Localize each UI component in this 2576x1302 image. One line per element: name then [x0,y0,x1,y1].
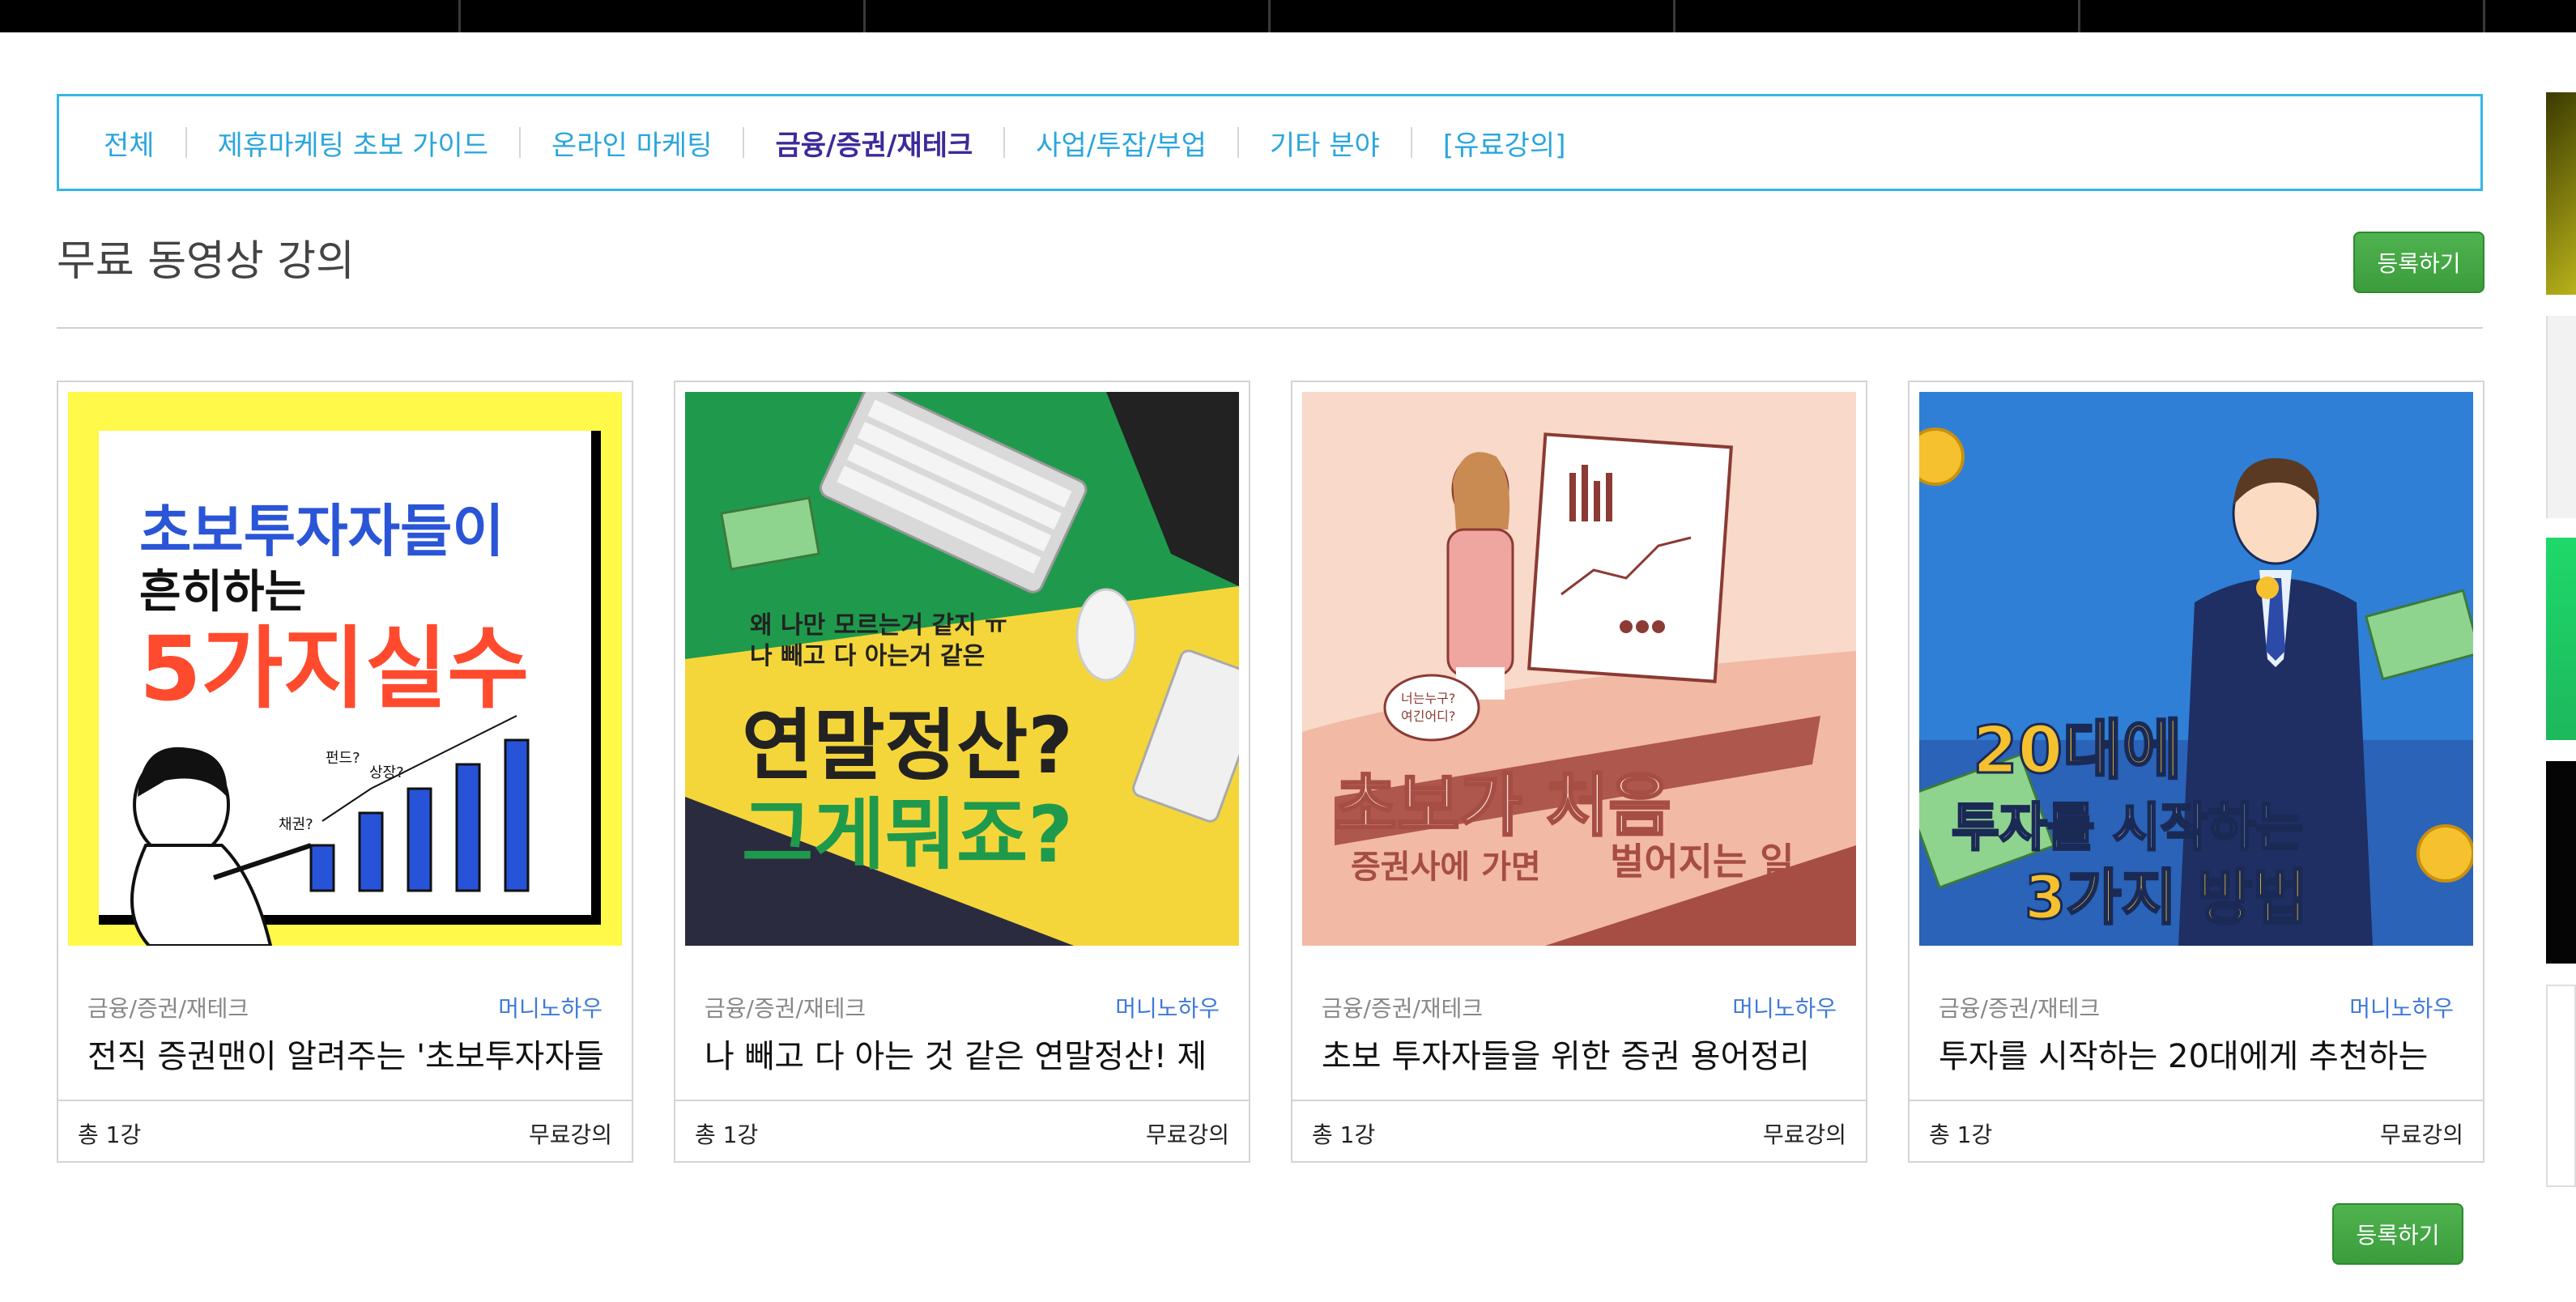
card-footer: 총 1강 무료강의 [1292,1100,1866,1161]
category-separator [185,127,187,158]
thumb-line2: 흔히하는 [139,566,306,619]
thumb-tag: 상장? [369,764,404,781]
category-separator [518,127,521,158]
card-author[interactable]: 머니노하우 [498,991,602,1023]
thumb-line4: 그게뭐죠? [742,789,1073,880]
thumb-line3: 연말정산? [742,700,1073,791]
lecture-count: 총 1강 [78,1121,142,1148]
course-thumbnail[interactable]: 20대에 투자를 시작하는 3가지 방법 [1919,392,2473,946]
thumb-line1: 왜 나만 모르는거 같지 ㅠ [750,611,1007,640]
sidebar-thumbnail[interactable] [2546,538,2576,740]
card-footer: 총 1강 무료강의 [58,1100,632,1161]
thumb-tag: 채권? [279,816,313,833]
section-divider [57,327,2483,329]
course-thumbnail[interactable]: 너는누구? 여긴어디? 초보가 처음 증권사에 가면 벌어지는 일 [1302,392,1856,946]
card-category: 금융/증권/재테크 [705,995,866,1022]
thumb-line1: 초보가 처음 [1335,766,1671,845]
thumb-line2: 증권사에 가면 [1351,849,1541,886]
topbar-divider [2078,0,2080,32]
thumb-line2: 나 빼고 다 아는거 같은 [750,642,985,670]
thumb-tag: 펀드? [326,750,360,767]
category-all[interactable]: 전체 [104,123,155,163]
thumb-line3: 3가지 방법 [2025,863,2308,933]
category-separator [1003,127,1006,158]
category-finance[interactable]: 금융/증권/재테크 [775,123,973,163]
card-title[interactable]: 초보 투자자들을 위한 증권 용어정리 [1322,1030,1840,1082]
card-category: 금융/증권/재테크 [87,995,249,1022]
thumb-bubble: 여긴어디? [1401,708,1455,724]
sidebar-thumbnail[interactable] [2546,316,2576,518]
topbar-divider [1268,0,1271,32]
topbar-divider [2483,0,2485,32]
card-author[interactable]: 머니노하우 [1732,991,1837,1023]
topbar-divider [1673,0,1675,32]
topbar-divider [458,0,461,32]
category-separator [1410,127,1412,158]
price-label: 무료강의 [1145,1121,1229,1148]
course-card[interactable]: 20대에 투자를 시작하는 3가지 방법 금융/증권/재테크 머니노하우 투자를… [1908,381,2484,1163]
lecture-count: 총 1강 [1929,1121,1993,1148]
course-card[interactable]: 왜 나만 모르는거 같지 ㅠ 나 빼고 다 아는거 같은 연말정산? 그게뭐죠?… [674,381,1250,1163]
lecture-count: 총 1강 [695,1121,759,1148]
thumb-line2: 투자를 시작하는 [1952,798,2303,858]
category-business[interactable]: 사업/투잡/부업 [1036,123,1207,163]
section-title: 무료 동영상 강의 [57,237,355,286]
sidebar-thumbnail[interactable] [2546,761,2576,964]
lecture-count: 총 1강 [1312,1121,1376,1148]
card-footer: 총 1강 무료강의 [1910,1100,2483,1161]
topbar-divider [863,0,866,32]
card-title[interactable]: 나 빼고 다 아는 것 같은 연말정산! 제 [705,1030,1223,1082]
card-author[interactable]: 머니노하우 [1115,991,1220,1023]
course-thumbnail[interactable]: 초보투자자들이 흔히하는 5가지실수 채권? 펀드? 상장? [68,392,622,946]
category-online-marketing[interactable]: 온라인 마케팅 [551,123,713,163]
sidebar-thumbnail[interactable] [2546,985,2576,1187]
card-category: 금융/증권/재테크 [1939,995,2101,1022]
card-author[interactable]: 머니노하우 [2349,991,2454,1023]
course-card[interactable]: 너는누구? 여긴어디? 초보가 처음 증권사에 가면 벌어지는 일 금융/증권/… [1291,381,1867,1163]
price-label: 무료강의 [2379,1121,2463,1148]
card-category: 금융/증권/재테크 [1322,995,1484,1022]
register-button[interactable]: 등록하기 [2353,232,2484,293]
category-paid[interactable]: [유료강의] [1443,123,1566,163]
category-etc[interactable]: 기타 분야 [1270,123,1380,163]
category-affiliate-guide[interactable]: 제휴마케팅 초보 가이드 [218,123,488,163]
sidebar-thumbnail[interactable] [2546,92,2576,295]
top-black-bar [0,0,2576,32]
thumb-line3: 벌어지는 일 [1610,840,1795,883]
price-label: 무료강의 [528,1121,612,1148]
register-button-bottom[interactable]: 등록하기 [2332,1203,2463,1265]
category-separator [1237,127,1239,158]
category-nav: 전체 제휴마케팅 초보 가이드 온라인 마케팅 금융/증권/재테크 사업/투잡/… [57,94,2483,191]
price-label: 무료강의 [1762,1121,1846,1148]
card-footer: 총 1강 무료강의 [675,1100,1249,1161]
course-thumbnail[interactable]: 왜 나만 모르는거 같지 ㅠ 나 빼고 다 아는거 같은 연말정산? 그게뭐죠? [685,392,1239,946]
card-title[interactable]: 전직 증권맨이 알려주는 '초보투자자들 [87,1030,606,1082]
thumb-line3: 5가지실수 [139,617,529,721]
thumb-line1: 초보투자자들이 [139,498,505,564]
card-title[interactable]: 투자를 시작하는 20대에게 추천하는 [1939,1030,2457,1082]
thumb-line1: 20대에 [1973,713,2182,788]
course-card[interactable]: 초보투자자들이 흔히하는 5가지실수 채권? 펀드? 상장? 금융/증권/재테크… [57,381,633,1163]
category-separator [743,127,745,158]
thumb-bubble: 너는누구? [1401,691,1455,706]
